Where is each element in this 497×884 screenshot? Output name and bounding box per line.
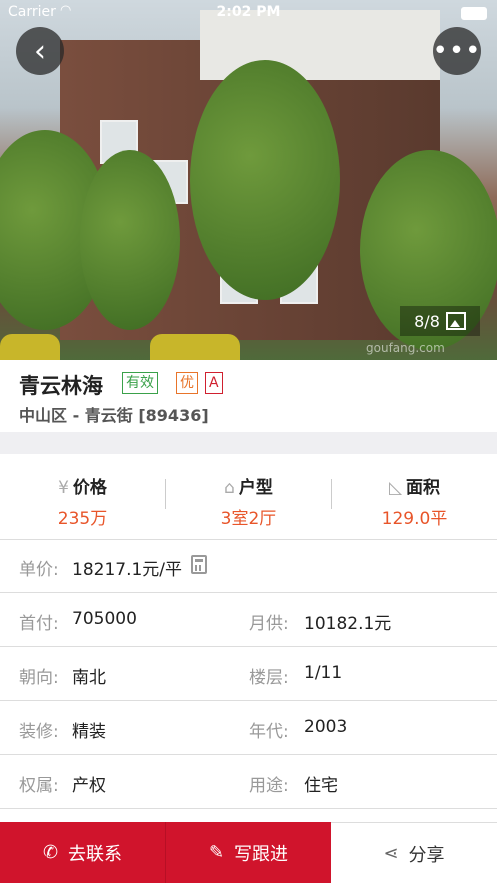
stat-area-label: 面积 (406, 478, 441, 498)
orientation-label: 朝向: (19, 668, 59, 688)
action-bar: ✆ 去联系 ✎ 写跟进 ⋖ 分享 (0, 822, 497, 884)
status-badge-grade: A (205, 372, 223, 394)
battery-icon (461, 7, 487, 20)
usage-value: 住宅 (304, 776, 338, 796)
listing-title: 青云林海 (19, 374, 103, 398)
floor-value: 1/11 (304, 663, 343, 683)
monthly-payment-value: 10182.1元 (304, 614, 392, 634)
back-button[interactable]: ‹ (16, 27, 64, 75)
floor-label: 楼层: (249, 668, 289, 688)
listing-header: 青云林海 有效 优 A 中山区 - 青云街 [89436] (0, 360, 497, 432)
stat-price-value: 235万 (57, 509, 108, 529)
yen-icon: ¥ (58, 478, 69, 498)
stat-layout-value: 3室2厅 (220, 509, 277, 529)
status-time: 2:02 PM (216, 4, 281, 20)
ownership-value: 产权 (72, 776, 106, 796)
down-payment-value: 705000 (72, 609, 137, 629)
detail-row: 装修: 精装 年代: 2003 (0, 701, 497, 755)
photo-watermark: goufang.com (366, 341, 445, 355)
photo-counter-text: 8/8 (414, 311, 440, 331)
follow-up-label: 写跟进 (234, 843, 289, 865)
edit-icon: ✎ (208, 842, 225, 863)
more-dots-icon: ••• (432, 36, 482, 66)
status-badge-good: 优 (176, 372, 198, 394)
area-icon: ◺ (388, 478, 403, 498)
ownership-label: 权属: (19, 776, 59, 796)
share-icon: ⋖ (383, 843, 399, 864)
share-label: 分享 (408, 844, 445, 866)
stat-layout: ⌂ 户型 3室2厅 (166, 455, 331, 539)
contact-button[interactable]: ✆ 去联系 (0, 822, 165, 883)
stat-area: ◺ 面积 129.0平 (332, 455, 497, 539)
decoration-label: 装修: (19, 722, 59, 742)
stat-area-value: 129.0平 (381, 509, 448, 529)
stat-layout-label: 户型 (238, 478, 273, 498)
orientation-value: 南北 (72, 668, 106, 688)
listing-location: 中山区 - 青云街 [89436] (19, 406, 209, 425)
year-value: 2003 (304, 717, 348, 737)
share-button[interactable]: ⋖ 分享 (331, 822, 497, 884)
key-stats: ¥ 价格 235万 ⌂ 户型 3室2厅 ◺ 面积 129.0平 (0, 455, 497, 540)
follow-up-button[interactable]: ✎ 写跟进 (166, 822, 331, 883)
stat-price: ¥ 价格 235万 (0, 455, 165, 539)
detail-row: 权属: 产权 用途: 住宅 (0, 755, 497, 809)
more-button[interactable]: ••• (433, 27, 481, 75)
monthly-payment-label: 月供: (249, 614, 289, 634)
unit-price-value: 18217.1元/平 (72, 560, 183, 580)
usage-label: 用途: (249, 776, 289, 796)
section-divider (0, 432, 497, 454)
year-label: 年代: (249, 722, 289, 742)
house-icon: ⌂ (224, 478, 235, 498)
decoration-value: 精装 (72, 722, 106, 742)
detail-row: 首付: 705000 月供: 10182.1元 (0, 593, 497, 647)
image-icon (445, 312, 466, 330)
down-payment-label: 首付: (19, 614, 59, 634)
stat-price-label: 价格 (72, 478, 107, 498)
contact-label: 去联系 (68, 843, 123, 865)
status-bar: Carrier ◠ 2:02 PM (0, 0, 497, 26)
detail-row-unit-price: 单价: 18217.1元/平 (0, 539, 497, 593)
chevron-left-icon: ‹ (34, 33, 46, 69)
calculator-icon[interactable] (191, 555, 207, 574)
phone-icon: ✆ (42, 842, 59, 863)
photo-counter[interactable]: 8/8 (400, 306, 480, 336)
status-badge-valid: 有效 (122, 372, 158, 394)
detail-row: 朝向: 南北 楼层: 1/11 (0, 647, 497, 701)
unit-price-label: 单价: (19, 560, 59, 580)
